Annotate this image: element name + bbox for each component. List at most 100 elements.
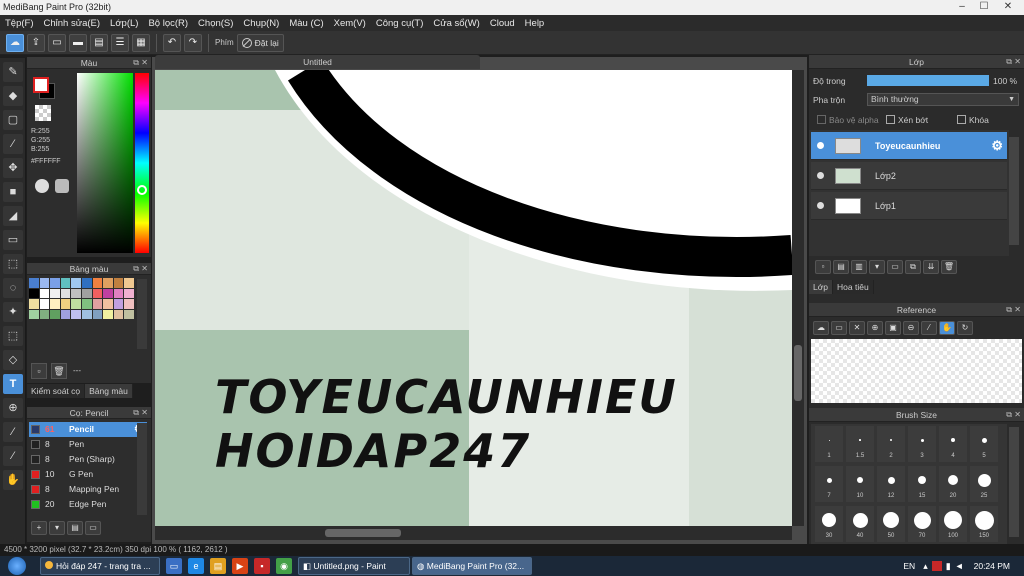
tab-layer[interactable]: Lớp [809, 280, 834, 294]
brush-tool-icon[interactable]: ✎ [3, 62, 23, 82]
text-tool-icon[interactable]: T [3, 374, 23, 394]
palette-swatch[interactable] [39, 299, 50, 309]
chrome-app-icon[interactable]: ◉ [276, 558, 292, 574]
bucket-tool-icon[interactable]: ◢ [3, 206, 23, 226]
palette-swatch[interactable] [39, 288, 50, 299]
tab-navigator[interactable]: Hoa tiêu [833, 280, 874, 294]
brush-document-icon[interactable]: ▤ [67, 521, 83, 535]
taskbar-item-medibang[interactable]: ◍ MediBang Paint Pro (32... [412, 557, 532, 575]
brush-menu-icon[interactable]: ▾ [49, 521, 65, 535]
brush-size-cell[interactable]: 3 [908, 426, 936, 462]
hue-slider[interactable] [135, 73, 149, 253]
taskbar-item-browser[interactable]: Hỏi đáp 247 - trang tra ... [40, 557, 160, 575]
select-eraser-tool-icon[interactable]: ◇ [3, 350, 23, 370]
palette-swatch[interactable] [60, 309, 71, 320]
brush-size-cell[interactable]: 30 [815, 506, 843, 542]
brush-size-cell[interactable]: 40 [846, 506, 874, 542]
palette-swatch[interactable] [113, 288, 124, 299]
brush-item-pen-sharp[interactable]: 8 Pen (Sharp) [29, 452, 147, 467]
blend-mode-select[interactable]: Bình thường ▼ [867, 93, 1019, 106]
palette-swatch[interactable] [113, 299, 124, 309]
menu-select[interactable]: Chọn(S) [193, 18, 238, 29]
transparent-color-swatch[interactable] [35, 105, 51, 121]
brush-size-cell[interactable]: 5 [970, 426, 998, 462]
palette-swatch[interactable] [103, 278, 113, 288]
menu-snap[interactable]: Chụp(N) [238, 18, 284, 29]
tray-arrow-icon[interactable]: ▴ [923, 561, 928, 572]
tab-palette[interactable]: Bảng màu [85, 384, 133, 398]
palette-swatch[interactable] [103, 288, 113, 299]
new-halftone-layer-icon[interactable]: ▤ [833, 260, 849, 274]
palette-swatch[interactable] [81, 288, 92, 299]
undo-icon[interactable]: ↶ [163, 33, 181, 52]
folder-icon[interactable]: ▭ [887, 260, 903, 274]
magic-wand-tool-icon[interactable]: ✦ [3, 302, 23, 322]
palette-swatch[interactable] [39, 278, 50, 288]
document-icon[interactable]: ▤ [90, 33, 108, 52]
canvas-horizontal-scrollbar[interactable] [155, 526, 792, 540]
brush-size-cell[interactable]: 15 [908, 466, 936, 502]
lasso-tool-icon[interactable]: ◌ [3, 278, 23, 298]
new-palette-icon[interactable]: ▫ [31, 363, 47, 379]
close-icon[interactable]: ✕ [1014, 55, 1021, 69]
palette-swatch[interactable] [50, 299, 60, 309]
media-player-icon[interactable]: ▶ [232, 558, 248, 574]
list-icon[interactable]: ☰ [111, 33, 129, 52]
brush-size-cell[interactable]: 150 [970, 506, 998, 542]
brush-size-cell[interactable]: 1 [815, 426, 843, 462]
palette-swatch[interactable] [92, 288, 103, 299]
merge-layer-icon[interactable]: ⇊ [923, 260, 939, 274]
menu-cloud[interactable]: Cloud [485, 18, 520, 29]
menu-view[interactable]: Xem(V) [329, 18, 371, 29]
maximize-button[interactable]: ☐ [974, 1, 994, 13]
foreground-color-swatch[interactable] [33, 77, 49, 93]
menu-layer[interactable]: Lớp(L) [105, 18, 143, 29]
layer-scrollbar[interactable] [1009, 137, 1019, 245]
hand-icon[interactable]: ✋ [939, 321, 955, 335]
new-layer-icon[interactable]: ▫ [815, 260, 831, 274]
undock-icon[interactable]: ⧉ [1006, 408, 1012, 422]
fit-icon[interactable]: ▣ [885, 321, 901, 335]
close-icon[interactable]: ✕ [1014, 303, 1021, 317]
brush-size-cell[interactable]: 50 [877, 506, 905, 542]
select-rect-tool-icon[interactable]: ⬚ [3, 254, 23, 274]
palette-swatch[interactable] [39, 309, 50, 320]
open-folder-icon[interactable]: ▭ [831, 321, 847, 335]
brush-item-pencil[interactable]: 61 Pencil ⚙ [29, 422, 147, 437]
eyedropper-icon[interactable]: ⁄ [921, 321, 937, 335]
palette-swatch[interactable] [124, 299, 134, 309]
grid-icon[interactable]: ▦ [132, 33, 150, 52]
antivirus-tray-icon[interactable] [931, 561, 942, 571]
canvas-vertical-scrollbar[interactable] [792, 70, 804, 526]
reset-button[interactable]: Đặt lại [236, 33, 284, 52]
horizontal-scroll-thumb[interactable] [325, 529, 401, 537]
add-layer-menu-icon[interactable]: ▾ [869, 260, 885, 274]
share-icon[interactable]: ⇪ [27, 33, 45, 52]
zoom-in-icon[interactable]: ⊕ [867, 321, 883, 335]
menu-filter[interactable]: Bộ lọc(R) [143, 18, 193, 29]
palette-swatch[interactable] [29, 299, 39, 309]
palette-swatch[interactable] [29, 288, 39, 299]
volume-icon[interactable]: ◄ [955, 561, 964, 571]
menu-color[interactable]: Màu (C) [284, 18, 328, 29]
palette-swatch[interactable] [29, 309, 39, 320]
redo-icon[interactable]: ↷ [184, 33, 202, 52]
pen-tool-icon[interactable]: ⁄ [3, 134, 23, 154]
menu-window[interactable]: Cửa sổ(W) [428, 18, 484, 29]
close-icon[interactable]: ✕ [141, 407, 148, 419]
brush-size-cell[interactable]: 10 [846, 466, 874, 502]
folder-app-icon[interactable]: ▭ [166, 558, 182, 574]
trash-icon[interactable]: 🗑 [941, 260, 957, 274]
palette-swatch[interactable] [103, 309, 113, 320]
fill-rect-tool-icon[interactable]: ■ [3, 182, 23, 202]
palette-swatch[interactable] [71, 278, 81, 288]
menu-file[interactable]: Tệp(F) [0, 18, 39, 29]
vertical-scroll-thumb[interactable] [794, 345, 802, 401]
palette-swatch[interactable] [92, 278, 103, 288]
minimize-button[interactable]: – [952, 1, 972, 13]
palette-swatch[interactable] [113, 278, 124, 288]
divide-tool-icon[interactable]: ⁄ [3, 422, 23, 442]
palette-swatch[interactable] [71, 288, 81, 299]
palette-icon[interactable] [35, 179, 49, 193]
palette-swatch[interactable] [124, 278, 134, 288]
